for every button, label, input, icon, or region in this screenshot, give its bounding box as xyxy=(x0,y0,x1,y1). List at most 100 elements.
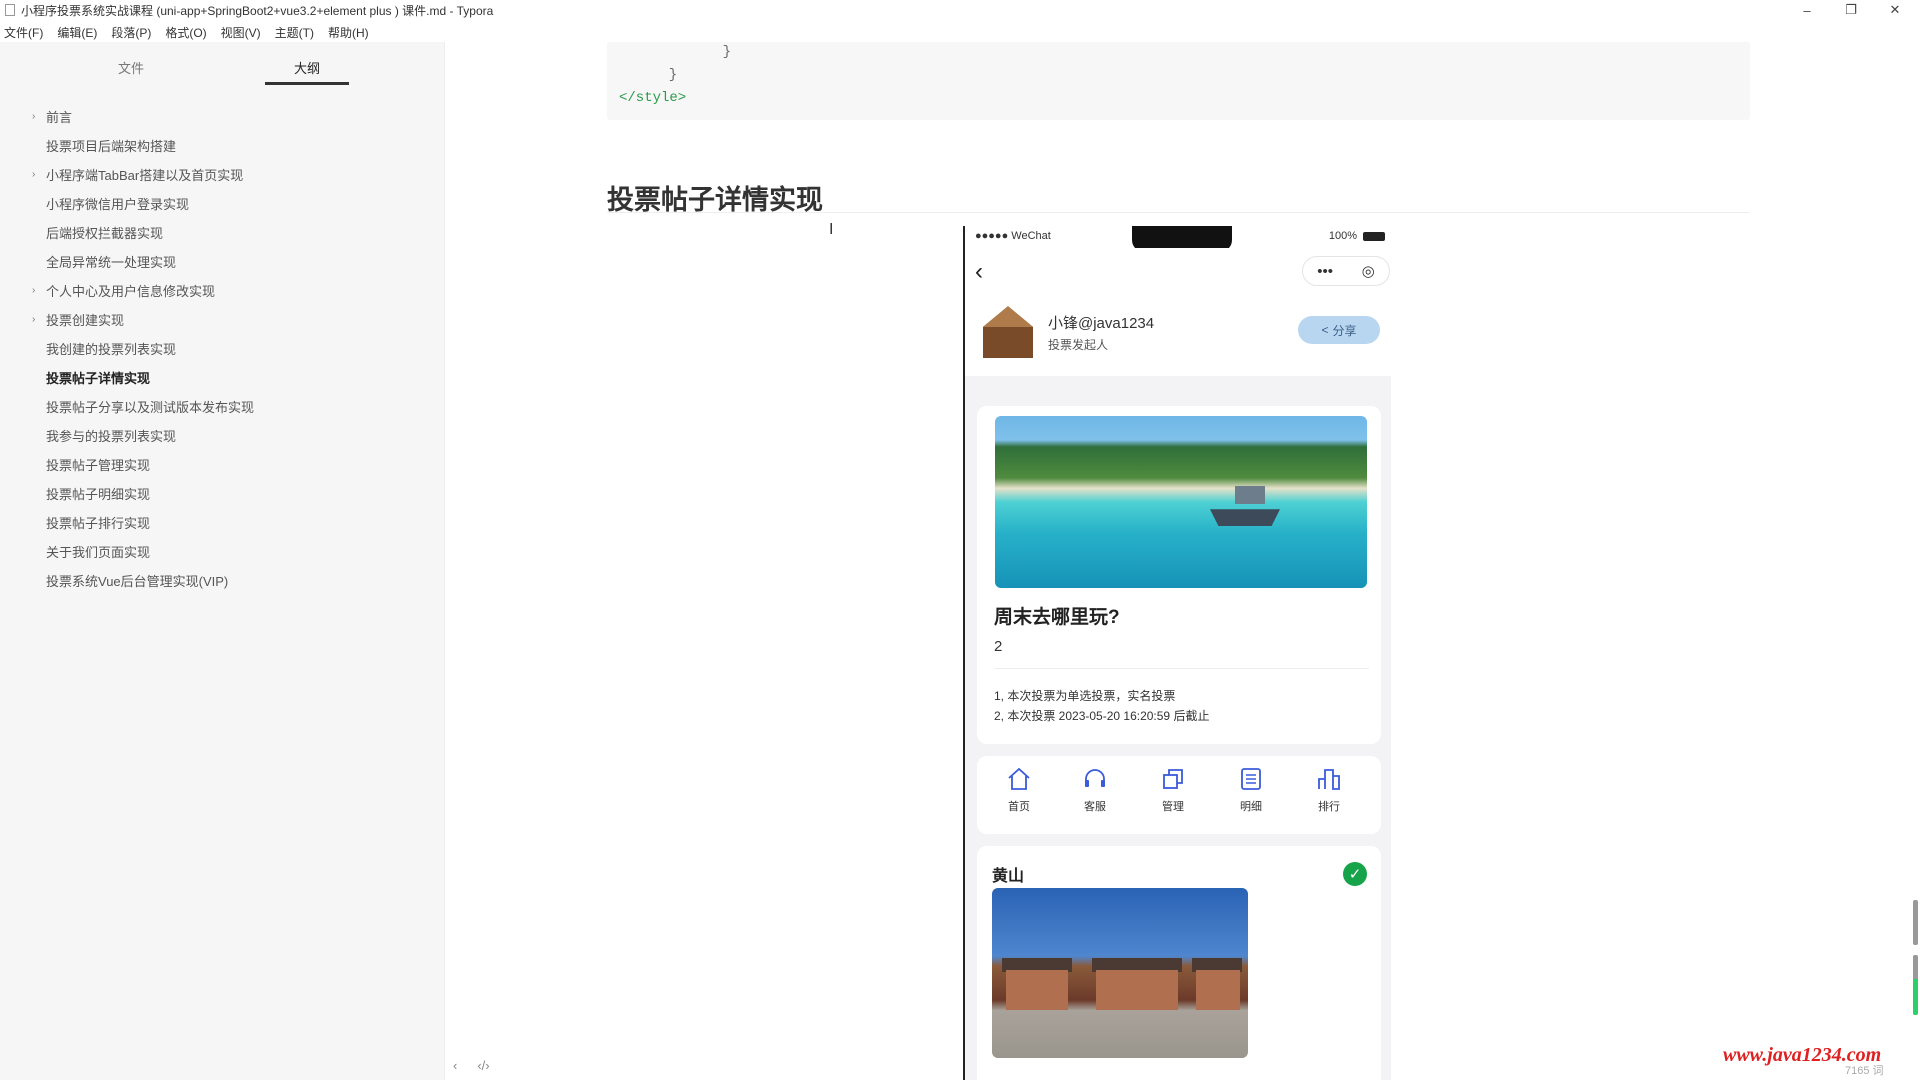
outline-item[interactable]: › 个人中心及用户信息修改实现 xyxy=(0,276,445,305)
outline-item-label: 我创建的投票列表实现 xyxy=(46,342,177,357)
outline-item[interactable]: 我创建的投票列表实现 xyxy=(0,334,445,363)
outline-item-label: 小程序端TabBar搭建以及首页实现 xyxy=(46,168,244,183)
home-icon xyxy=(1005,766,1033,792)
menu-file[interactable]: 文件(F) xyxy=(4,24,43,41)
heading-divider xyxy=(607,212,1750,213)
outline-item[interactable]: 投票帖子分享以及测试版本发布实现 xyxy=(0,392,445,421)
toolbar-home[interactable]: 首页 xyxy=(989,766,1049,814)
back-icon[interactable]: ‹ xyxy=(975,258,983,286)
battery-text: 100% xyxy=(1328,230,1357,242)
restore-button[interactable]: ❐ xyxy=(1831,0,1871,20)
menu-format[interactable]: 格式(O) xyxy=(165,24,206,41)
manage-icon xyxy=(1159,766,1187,792)
menu-help[interactable]: 帮助(H) xyxy=(328,24,369,41)
outline-item[interactable]: 投票项目后端架构搭建 xyxy=(0,131,445,160)
tab-outline[interactable]: 大纲 xyxy=(294,58,320,77)
active-tab-indicator xyxy=(265,82,349,85)
close-target-icon[interactable]: ◎ xyxy=(1362,262,1375,280)
scroll-minimap[interactable] xyxy=(1913,955,1918,1015)
outline-item-label: 投票创建实现 xyxy=(46,313,125,328)
vote-option-card[interactable]: 黄山 ✓ xyxy=(977,846,1381,1080)
outline-item[interactable]: › 投票创建实现 xyxy=(0,305,445,334)
menu-edit[interactable]: 编辑(E) xyxy=(57,24,97,41)
code-block[interactable]: } } </style> xyxy=(607,42,1750,120)
window-title: 小程序投票系统实战课程 (uni-app+SpringBoot2+vue3.2+… xyxy=(21,3,494,18)
outline-item-label: 我参与的投票列表实现 xyxy=(46,429,177,444)
collapse-sidebar-icon[interactable]: ‹ xyxy=(453,1058,457,1073)
image-house xyxy=(1196,970,1240,1010)
boat-cabin xyxy=(1235,486,1265,504)
app-icon xyxy=(5,4,15,16)
outline-item-label: 投票系统Vue后台管理实现(VIP) xyxy=(46,574,229,589)
code-line: } xyxy=(689,44,732,60)
toolbar-detail[interactable]: 明细 xyxy=(1221,766,1281,814)
toolbar-label: 管理 xyxy=(1162,801,1184,813)
chevron-right-icon[interactable]: › xyxy=(32,169,35,180)
post-title: 周末去哪里玩? xyxy=(994,607,1120,628)
share-button[interactable]: < 分享 xyxy=(1298,316,1380,344)
outline-item[interactable]: 投票帖子明细实现 xyxy=(0,479,445,508)
check-icon: ✓ xyxy=(1343,862,1367,886)
menu-bar: 文件(F) 编辑(E) 段落(P) 格式(O) 视图(V) 主题(T) 帮助(H… xyxy=(0,22,383,42)
vote-rule: 2, 本次投票 2023-05-20 16:20:59 后截止 xyxy=(994,709,1210,723)
menu-paragraph[interactable]: 段落(P) xyxy=(111,24,151,41)
toolbar-manage[interactable]: 管理 xyxy=(1143,766,1203,814)
post-cover-image xyxy=(995,416,1367,588)
title-bar: 小程序投票系统实战课程 (uni-app+SpringBoot2+vue3.2+… xyxy=(0,0,1920,20)
chevron-right-icon[interactable]: › xyxy=(32,285,35,296)
author-role: 投票发起人 xyxy=(1048,338,1109,352)
outline-item-label: 个人中心及用户信息修改实现 xyxy=(46,284,216,299)
more-icon[interactable]: ••• xyxy=(1317,263,1333,280)
outline-item-label: 投票帖子分享以及测试版本发布实现 xyxy=(46,400,255,415)
outline-item[interactable]: › 小程序端TabBar搭建以及首页实现 xyxy=(0,160,445,189)
toolbar-service[interactable]: 客服 xyxy=(1065,766,1125,814)
code-line: </style> xyxy=(619,90,687,106)
outline-item[interactable]: › 前言 xyxy=(0,102,445,131)
phone-nav-bar: ‹ ••• ◎ xyxy=(965,248,1391,296)
menu-view[interactable]: 视图(V) xyxy=(221,24,261,41)
outline-item[interactable]: 全局异常统一处理实现 xyxy=(0,247,445,276)
outline-item[interactable]: 小程序微信用户登录实现 xyxy=(0,189,445,218)
toolbar-label: 首页 xyxy=(1008,801,1030,813)
source-mode-icon[interactable]: ‹/› xyxy=(477,1058,489,1073)
minimize-button[interactable]: – xyxy=(1787,0,1827,20)
outline-item-label: 小程序微信用户登录实现 xyxy=(46,197,190,212)
outline-item[interactable]: 投票帖子详情实现 xyxy=(0,363,445,392)
outline-item-label: 后端授权拦截器实现 xyxy=(46,226,164,241)
option-name: 黄山 xyxy=(992,868,1025,885)
sidebar-tabs: 文件 大纲 xyxy=(0,42,444,88)
outline-item-label: 投票帖子明细实现 xyxy=(46,487,151,502)
battery-status: 100% xyxy=(1329,230,1385,242)
chevron-right-icon[interactable]: › xyxy=(32,314,35,325)
close-button[interactable]: ✕ xyxy=(1875,0,1915,20)
chevron-right-icon[interactable]: › xyxy=(32,111,35,122)
outline-item[interactable]: 投票系统Vue后台管理实现(VIP) xyxy=(0,566,445,595)
menu-theme[interactable]: 主题(T) xyxy=(275,24,314,41)
text-cursor-icon: I xyxy=(829,221,834,238)
outline-item[interactable]: 后端授权拦截器实现 xyxy=(0,218,445,247)
outline-list: › 前言 投票项目后端架构搭建 › 小程序端TabBar搭建以及首页实现 小程序微信用户登… xyxy=(0,102,445,595)
outline-item-label: 关于我们页面实现 xyxy=(46,545,151,560)
toolbar-label: 明细 xyxy=(1240,801,1262,813)
share-label: 分享 xyxy=(1332,323,1357,338)
word-count[interactable]: 7165 词 xyxy=(1845,1062,1884,1078)
outline-item[interactable]: 我参与的投票列表实现 xyxy=(0,421,445,450)
sidebar-footer: ‹ ‹/› xyxy=(453,1058,490,1073)
toolbar-label: 客服 xyxy=(1084,801,1106,813)
outline-item[interactable]: 关于我们页面实现 xyxy=(0,537,445,566)
sidebar: 文件 大纲 › 前言 投票项目后端架构搭建 › 小程序端TabBar搭建以及首页实现 小程… xyxy=(0,42,445,1080)
outline-item[interactable]: 投票帖子管理实现 xyxy=(0,450,445,479)
toolbar-ranking[interactable]: 排行 xyxy=(1299,766,1359,814)
phone-screenshot: ●●●●● WeChat 100% ‹ ••• ◎ 小锋@java1234 投票… xyxy=(963,226,1391,1080)
outline-item-label: 投票帖子排行实现 xyxy=(46,516,151,531)
author-name: 小锋@java1234 xyxy=(1048,315,1155,332)
outline-item[interactable]: 投票帖子排行实现 xyxy=(0,508,445,537)
scrollbar-thumb[interactable] xyxy=(1913,900,1918,945)
outline-item-label: 投票帖子详情实现 xyxy=(46,371,151,386)
image-house xyxy=(1096,970,1178,1010)
author-section: 小锋@java1234 投票发起人 < 分享 xyxy=(965,296,1391,376)
battery-icon xyxy=(1363,231,1385,241)
list-icon xyxy=(1237,766,1265,792)
tab-files[interactable]: 文件 xyxy=(118,58,144,77)
vote-count: 2 xyxy=(994,638,1003,655)
